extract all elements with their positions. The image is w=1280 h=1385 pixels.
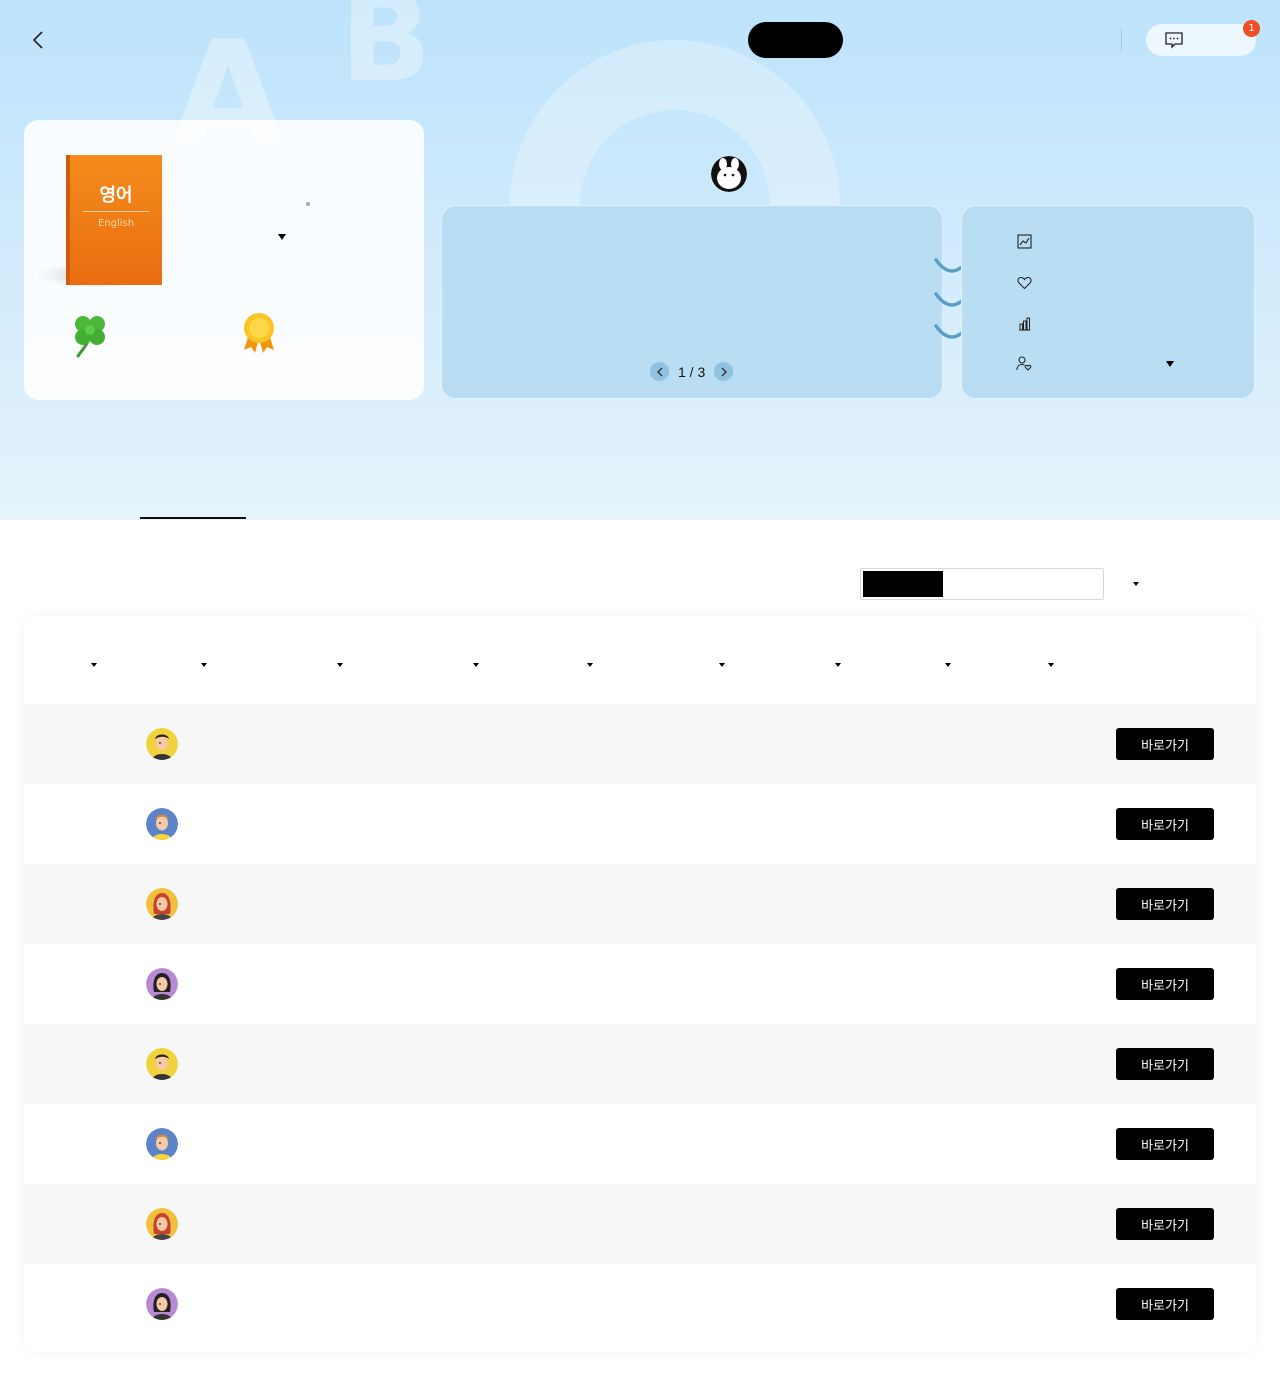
book-subtitle: English (97, 218, 135, 229)
chevron-left-icon (656, 367, 662, 376)
table-row: 바로가기 (24, 1184, 1256, 1264)
student-avatar (146, 1048, 178, 1080)
hero-banner: A B 1 영어 English 1 / 3 (0, 0, 1280, 520)
student-avatar (146, 1128, 178, 1160)
chevron-left-icon (32, 31, 43, 49)
student-avatar (146, 968, 178, 1000)
lesson-pager: 1 / 3 (650, 362, 734, 381)
go-button[interactable]: 바로가기 (1116, 1208, 1214, 1240)
bar-chart-icon[interactable] (1015, 314, 1033, 332)
decor-letter-b: B (340, 0, 432, 109)
table-row: 바로가기 (24, 784, 1256, 864)
pager-text: 1 / 3 (678, 363, 706, 380)
sort-caret-icon[interactable] (91, 663, 97, 667)
header-divider (1121, 28, 1122, 52)
sort-caret-icon[interactable] (1048, 663, 1054, 667)
table-header (24, 616, 1256, 704)
table-row: 바로가기 (24, 1024, 1256, 1104)
active-tab-indicator (140, 517, 246, 519)
go-button[interactable]: 바로가기 (1116, 1128, 1214, 1160)
heart-icon[interactable] (1015, 274, 1033, 292)
chat-button[interactable] (1146, 24, 1256, 56)
chevron-right-icon (721, 367, 727, 376)
subject-dropdown-caret-icon[interactable] (278, 234, 286, 240)
search-input[interactable] (860, 568, 1104, 600)
table-row: 바로가기 (24, 1104, 1256, 1184)
go-button[interactable]: 바로가기 (1116, 968, 1214, 1000)
go-button[interactable]: 바로가기 (1116, 728, 1214, 760)
student-table: 바로가기 바로가기 바로가기 바로가기 바로가기 바로가기 바로가기 바로가기 (24, 616, 1256, 1352)
sort-caret-icon[interactable] (337, 663, 343, 667)
subject-book-cover[interactable]: 영어 English (66, 155, 162, 285)
clover-icon (72, 312, 108, 362)
sort-caret-icon[interactable] (719, 663, 725, 667)
status-dot (306, 202, 310, 206)
search-filter-block (863, 571, 943, 597)
side-menu-card (961, 205, 1255, 399)
sort-caret-icon[interactable] (945, 663, 951, 667)
sort-dropdown-caret-icon[interactable] (1133, 582, 1139, 586)
sort-caret-icon[interactable] (201, 663, 207, 667)
sort-caret-icon[interactable] (473, 663, 479, 667)
book-divider (83, 211, 149, 212)
sort-caret-icon[interactable] (587, 663, 593, 667)
go-button[interactable]: 바로가기 (1116, 888, 1214, 920)
student-avatar (146, 888, 178, 920)
book-title: 영어 (99, 185, 133, 206)
page-title-pill (748, 22, 843, 58)
student-avatar (146, 1208, 178, 1240)
go-button[interactable]: 바로가기 (1116, 1288, 1214, 1320)
table-row: 바로가기 (24, 864, 1256, 944)
student-avatar (146, 1288, 178, 1320)
table-row: 바로가기 (24, 704, 1256, 784)
side-menu-dropdown-caret-icon[interactable] (1166, 361, 1174, 367)
pager-prev-button[interactable] (650, 362, 669, 381)
back-button[interactable] (24, 26, 52, 54)
table-row: 바로가기 (24, 1264, 1256, 1344)
chat-bubble-icon (1165, 32, 1183, 49)
medal-icon (240, 310, 278, 358)
user-heart-icon[interactable] (1015, 354, 1033, 372)
student-avatar (146, 728, 178, 760)
notification-badge: 1 (1243, 20, 1260, 37)
mascot-avatar (711, 156, 747, 192)
pager-next-button[interactable] (714, 362, 734, 381)
sort-caret-icon[interactable] (835, 663, 841, 667)
student-avatar (146, 808, 178, 840)
go-button[interactable]: 바로가기 (1116, 808, 1214, 840)
table-row: 바로가기 (24, 944, 1256, 1024)
chart-image-icon[interactable] (1015, 232, 1033, 250)
go-button[interactable]: 바로가기 (1116, 1048, 1214, 1080)
